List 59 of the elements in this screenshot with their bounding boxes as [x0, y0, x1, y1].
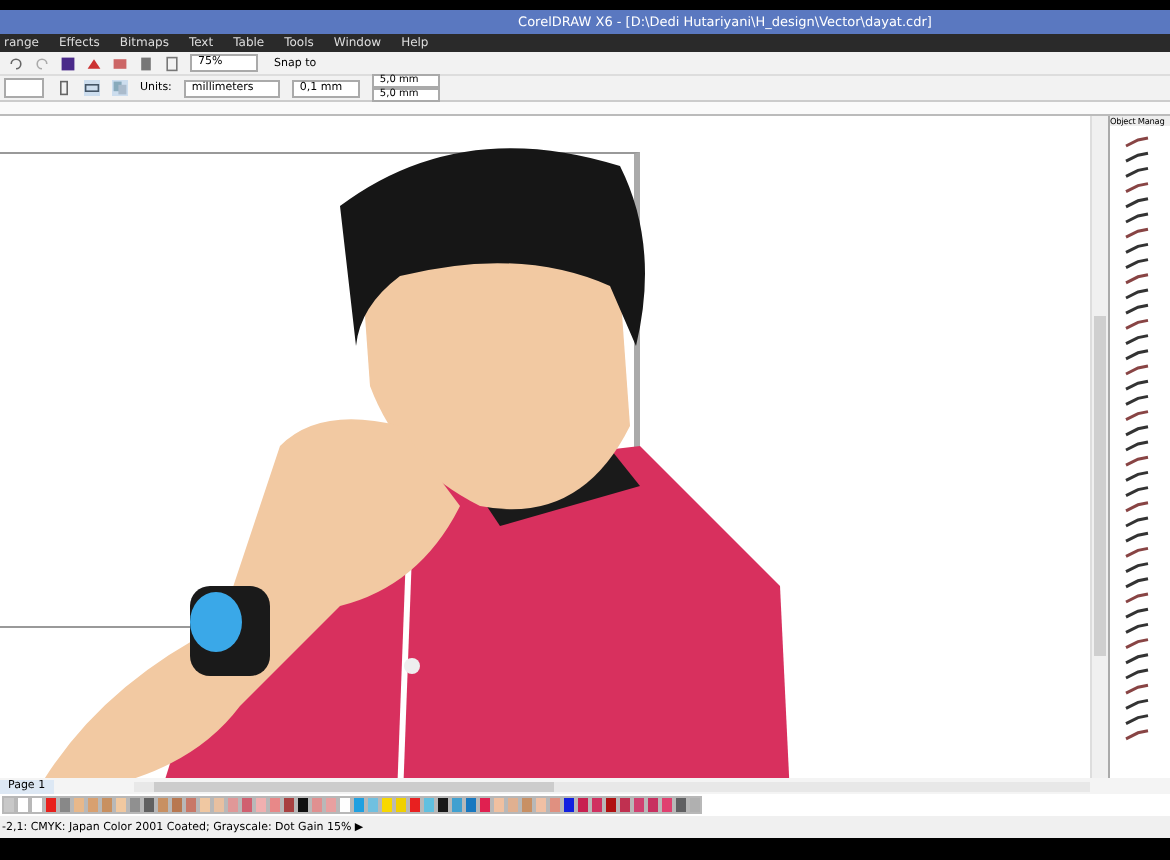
color-swatch[interactable]	[156, 796, 170, 814]
color-swatch[interactable]	[422, 796, 436, 814]
color-swatch[interactable]	[44, 796, 58, 814]
color-swatch[interactable]	[142, 796, 156, 814]
color-swatch[interactable]	[324, 796, 338, 814]
color-swatch[interactable]	[408, 796, 422, 814]
color-swatch[interactable]	[576, 796, 590, 814]
color-swatch[interactable]	[562, 796, 576, 814]
color-swatch[interactable]	[604, 796, 618, 814]
color-swatch[interactable]	[58, 796, 72, 814]
color-swatch[interactable]	[436, 796, 450, 814]
color-swatch[interactable]	[338, 796, 352, 814]
redo-icon[interactable]	[34, 55, 50, 71]
color-swatch[interactable]	[226, 796, 240, 814]
pages-icon[interactable]	[112, 80, 128, 96]
color-swatch[interactable]	[100, 796, 114, 814]
color-swatch[interactable]	[212, 796, 226, 814]
page-icon[interactable]	[164, 55, 180, 71]
color-swatch[interactable]	[30, 796, 44, 814]
color-swatch[interactable]	[198, 796, 212, 814]
color-swatch[interactable]	[548, 796, 562, 814]
color-swatch[interactable]	[660, 796, 674, 814]
color-swatch[interactable]	[464, 796, 478, 814]
color-swatch[interactable]	[296, 796, 310, 814]
color-swatch[interactable]	[534, 796, 548, 814]
color-swatch[interactable]	[282, 796, 296, 814]
vertical-scrollbar[interactable]	[1090, 116, 1108, 778]
color-swatch[interactable]	[492, 796, 506, 814]
color-swatch[interactable]	[632, 796, 646, 814]
color-swatch[interactable]	[268, 796, 282, 814]
color-swatch[interactable]	[254, 796, 268, 814]
color-swatch[interactable]	[114, 796, 128, 814]
color-swatch[interactable]	[86, 796, 100, 814]
color-swatch[interactable]	[506, 796, 520, 814]
size-field[interactable]	[4, 78, 44, 98]
color-swatch[interactable]	[184, 796, 198, 814]
color-swatch[interactable]	[352, 796, 366, 814]
color-swatch[interactable]	[310, 796, 324, 814]
horizontal-scrollbar[interactable]	[133, 781, 1090, 791]
color-swatch[interactable]	[646, 796, 660, 814]
undo-icon[interactable]	[8, 55, 24, 71]
color-swatch[interactable]	[520, 796, 534, 814]
color-swatch[interactable]	[674, 796, 688, 814]
color-swatch[interactable]	[72, 796, 86, 814]
color-swatch[interactable]	[380, 796, 394, 814]
color-swatch[interactable]	[240, 796, 254, 814]
color-swatch[interactable]	[688, 796, 702, 814]
color-swatch[interactable]	[450, 796, 464, 814]
color-swatch[interactable]	[618, 796, 632, 814]
color-swatch[interactable]	[478, 796, 492, 814]
color-swatch[interactable]	[394, 796, 408, 814]
color-swatch[interactable]	[590, 796, 604, 814]
color-swatch[interactable]	[16, 796, 30, 814]
portrait-icon[interactable]	[56, 80, 72, 96]
color-swatch[interactable]	[170, 796, 184, 814]
color-swatch[interactable]	[128, 796, 142, 814]
color-swatch[interactable]	[366, 796, 380, 814]
landscape-icon[interactable]	[84, 80, 100, 96]
color-swatch[interactable]	[2, 796, 16, 814]
